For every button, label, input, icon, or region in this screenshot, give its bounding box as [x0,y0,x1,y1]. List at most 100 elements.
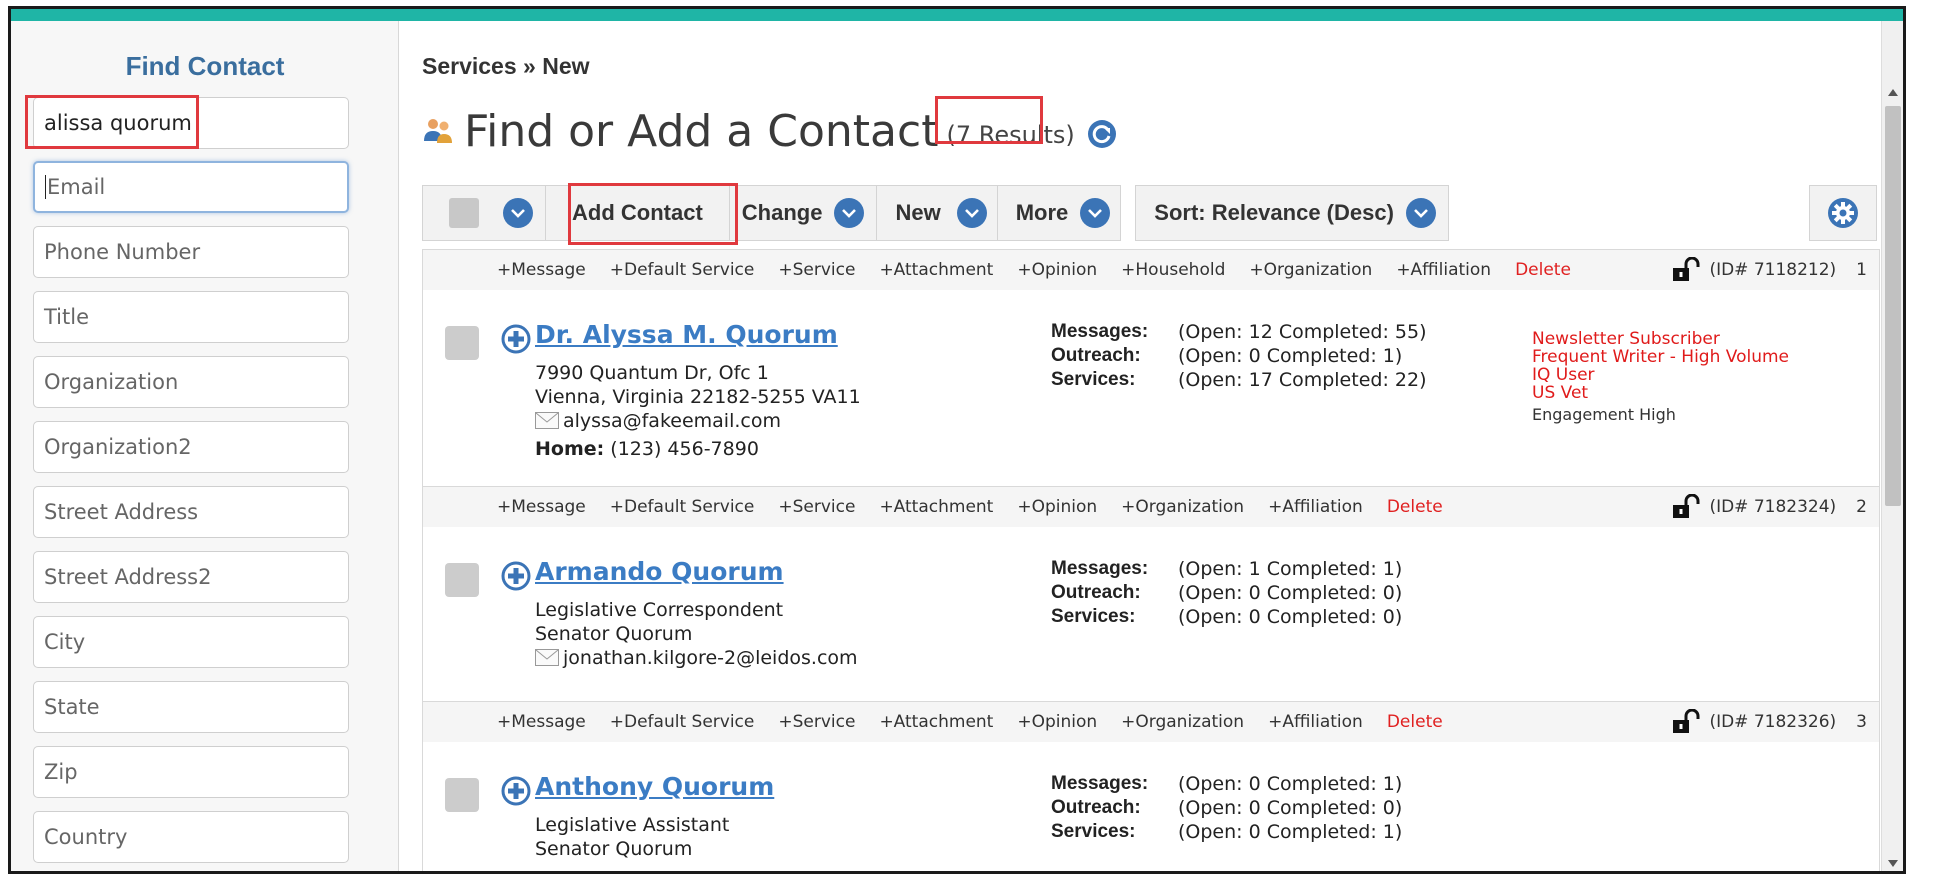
record-checkbox[interactable] [445,563,479,597]
plus-circle-icon[interactable] [501,324,531,354]
scroll-down-arrow-icon[interactable] [1888,860,1898,867]
tag: Newsletter Subscriber [1532,329,1720,349]
vertical-scrollbar[interactable] [1881,21,1903,871]
organization2-field[interactable]: Organization2 [33,421,349,473]
chevron-down-icon[interactable] [834,198,865,228]
home-phone: (123) 456-7890 [610,438,759,460]
select-all-checkbox[interactable] [449,198,479,228]
add-default-service-link[interactable]: +Default Service [610,497,755,517]
page-title: Find or Add a Contact [464,105,939,157]
more-label: More [1015,200,1069,225]
contact-name-link[interactable]: Anthony Quorum [535,772,774,801]
scroll-up-arrow-icon[interactable] [1888,89,1898,96]
add-attachment-link[interactable]: +Attachment [879,497,993,517]
toolbar: Add Contact Change New More Sort: Releva… [422,185,1449,241]
record-stats: Messages: (Open: 0 Completed: 1) Outreach… [1051,772,1402,844]
add-organization-link[interactable]: +Organization [1121,712,1244,732]
contact-name-link[interactable]: Armando Quorum [535,557,784,586]
add-service-link[interactable]: +Service [778,712,855,732]
refresh-icon[interactable] [1087,119,1117,149]
scroll-thumb[interactable] [1885,106,1901,506]
change-dropdown[interactable]: Change [730,186,878,240]
add-service-link[interactable]: +Service [778,497,855,517]
add-message-link[interactable]: +Message [497,497,586,517]
record-id: (ID# 7118212) [1709,260,1837,280]
tag: US Vet [1532,383,1589,403]
add-household-link[interactable]: +Household [1121,260,1225,280]
add-organization-link[interactable]: +Organization [1121,497,1244,517]
main-content: Services » New Find or Add a Contact (7 … [400,21,1903,871]
name-search-input[interactable]: alissa quorum [33,97,349,149]
services-value: (Open: 0 Completed: 0) [1178,606,1403,628]
unlock-icon[interactable] [1671,257,1701,283]
plus-circle-icon[interactable] [501,561,531,591]
settings-button[interactable] [1809,185,1877,241]
sort-dropdown[interactable]: Sort: Relevance (Desc) [1136,186,1448,240]
unlock-icon[interactable] [1671,494,1701,520]
state-field[interactable]: State [33,681,349,733]
record-checkbox[interactable] [445,778,479,812]
title-field[interactable]: Title [33,291,349,343]
outreach-value: (Open: 0 Completed: 0) [1178,797,1403,819]
add-default-service-link[interactable]: +Default Service [610,260,755,280]
find-contact-sidebar: Find Contact alissa quorum Email Phone N… [11,21,399,871]
street-address2-field[interactable]: Street Address2 [33,551,349,603]
contact-record: +Message +Default Service +Service +Atta… [422,249,1880,487]
outreach-label: Outreach: [1051,582,1141,603]
add-affiliation-link[interactable]: +Affiliation [1268,712,1363,732]
unlock-icon[interactable] [1671,709,1701,735]
organization-field[interactable]: Organization [33,356,349,408]
record-number: 2 [1856,497,1867,517]
new-dropdown[interactable]: New [877,186,998,240]
add-attachment-link[interactable]: +Attachment [879,260,993,280]
email-address[interactable]: jonathan.kilgore-2@leidos.com [563,647,858,669]
delete-link[interactable]: Delete [1515,260,1571,280]
record-checkbox[interactable] [445,326,479,360]
outreach-label: Outreach: [1051,797,1141,818]
add-opinion-link[interactable]: +Opinion [1017,497,1097,517]
email-field[interactable]: Email [33,161,349,213]
chevron-down-icon[interactable] [1080,198,1111,228]
chevron-down-icon[interactable] [1405,198,1436,228]
more-dropdown[interactable]: More [998,186,1121,240]
chevron-down-icon[interactable] [503,198,533,228]
chevron-down-icon[interactable] [956,198,987,228]
contact-name-link[interactable]: Dr. Alyssa M. Quorum [535,320,838,349]
home-phone-line: Home: (123) 456-7890 [535,438,759,460]
city-field[interactable]: City [33,616,349,668]
gear-icon [1828,198,1858,228]
add-opinion-link[interactable]: +Opinion [1017,260,1097,280]
office-line: Senator Quorum [535,838,693,860]
add-message-link[interactable]: +Message [497,260,586,280]
add-contact-button[interactable]: Add Contact [546,186,730,240]
phone-field[interactable]: Phone Number [33,226,349,278]
add-affiliation-link[interactable]: +Affiliation [1268,497,1363,517]
add-affiliation-link[interactable]: +Affiliation [1396,260,1491,280]
record-stats: Messages: (Open: 1 Completed: 1) Outreach… [1051,557,1402,629]
record-tags: Newsletter Subscriber Frequent Writer - … [1532,330,1789,424]
add-message-link[interactable]: +Message [497,712,586,732]
email-address[interactable]: alyssa@fakeemail.com [563,410,781,432]
record-stats: Messages: (Open: 12 Completed: 55) Outrea… [1051,320,1426,392]
add-attachment-link[interactable]: +Attachment [879,712,993,732]
record-number: 1 [1856,260,1867,280]
add-service-link[interactable]: +Service [778,260,855,280]
zip-field[interactable]: Zip [33,746,349,798]
home-label: Home: [535,438,605,460]
address-line-2: Vienna, Virginia 22182-5255 VA11 [535,386,861,408]
services-label: Services: [1051,821,1136,842]
services-label: Services: [1051,369,1136,390]
results-count: (7 Results) [946,121,1075,149]
text-caret [45,175,46,199]
add-organization-link[interactable]: +Organization [1249,260,1372,280]
record-actions: +Message +Default Service +Service +Atta… [423,250,1879,290]
add-opinion-link[interactable]: +Opinion [1017,712,1097,732]
delete-link[interactable]: Delete [1387,712,1443,732]
street-address-field[interactable]: Street Address [33,486,349,538]
change-label: Change [741,200,823,225]
plus-circle-icon[interactable] [501,776,531,806]
country-field[interactable]: Country [33,811,349,863]
delete-link[interactable]: Delete [1387,497,1443,517]
select-all-dropdown[interactable] [423,186,546,240]
add-default-service-link[interactable]: +Default Service [610,712,755,732]
